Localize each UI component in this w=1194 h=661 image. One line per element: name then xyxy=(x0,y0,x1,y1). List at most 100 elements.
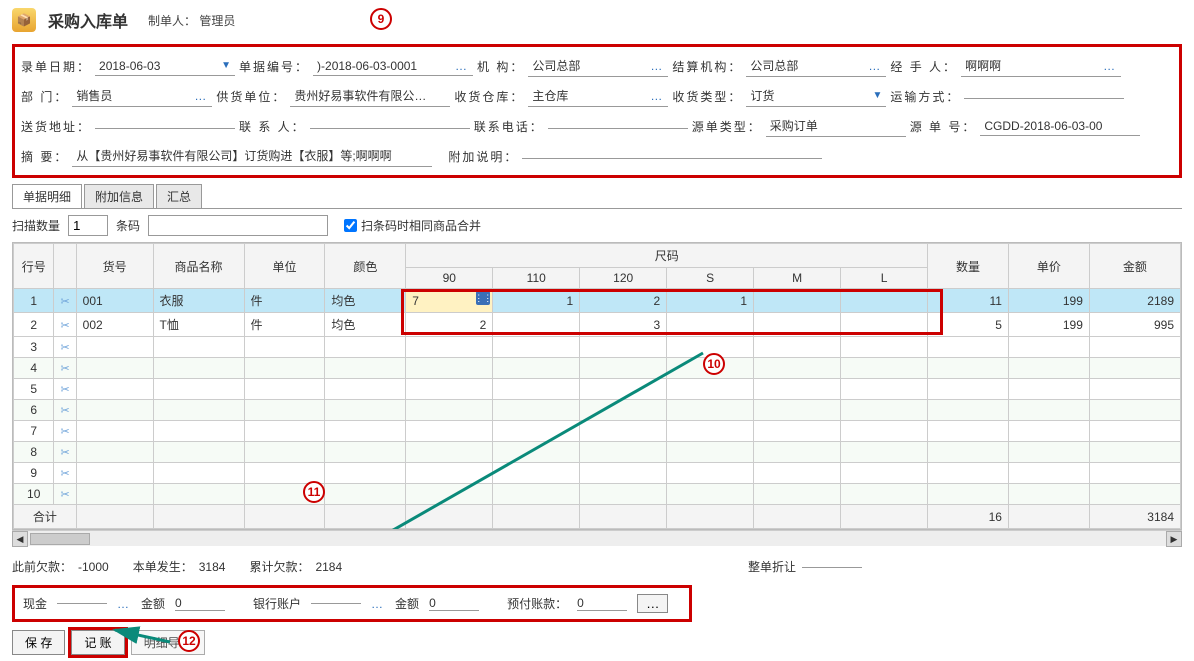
addr-label: 送货地址： xyxy=(21,118,91,135)
row-action-icon[interactable]: ✂ xyxy=(54,289,76,313)
col-rowno: 行号 xyxy=(14,244,54,289)
prepay-input[interactable]: 0 xyxy=(577,596,627,611)
table-row[interactable]: 10✂ xyxy=(14,484,1181,505)
tab-extra[interactable]: 附加信息 xyxy=(84,184,154,208)
addr-input[interactable] xyxy=(95,124,235,129)
rcvtype-label: 收货类型： xyxy=(672,88,742,105)
cell-size-90[interactable]: 2 xyxy=(406,313,493,337)
cell-size-110[interactable] xyxy=(493,313,580,337)
cell-size-m[interactable] xyxy=(754,313,841,337)
save-button[interactable]: 保 存 xyxy=(12,630,65,655)
cell-size-s[interactable]: 1 xyxy=(667,289,754,313)
cell-price[interactable]: 199 xyxy=(1008,289,1089,313)
srctype-label: 源单类型： xyxy=(692,118,762,135)
dept-input[interactable]: 销售员… xyxy=(72,85,212,107)
row-action-icon[interactable]: ✂ xyxy=(54,379,76,400)
row-action-icon[interactable]: ✂ xyxy=(54,313,76,337)
table-row[interactable]: 7✂ xyxy=(14,421,1181,442)
cell-size-120[interactable]: 3 xyxy=(580,313,667,337)
cell-size-90[interactable]: 7⋮⋮ xyxy=(406,289,493,313)
scan-count-input[interactable] xyxy=(68,215,108,236)
scroll-right-icon[interactable]: ▶ xyxy=(1166,531,1182,547)
post-button[interactable]: 记 账 xyxy=(71,630,124,655)
note-input[interactable] xyxy=(522,154,822,159)
cell-name[interactable]: 衣服 xyxy=(153,289,244,313)
row-action-icon[interactable]: ✂ xyxy=(54,400,76,421)
cell-color[interactable]: 均色 xyxy=(325,313,406,337)
settle-input[interactable]: 公司总部… xyxy=(746,55,886,77)
table-row[interactable]: 1✂001衣服件均色7⋮⋮121111992189 xyxy=(14,289,1181,313)
table-row[interactable]: 3✂ xyxy=(14,337,1181,358)
merge-checkbox-wrap[interactable]: 扫条码时相同商品合并 xyxy=(344,217,481,234)
warehouse-label: 收货仓库： xyxy=(454,88,524,105)
prepay-lookup-button[interactable]: … xyxy=(637,594,668,613)
merge-checkbox[interactable] xyxy=(344,219,357,232)
rcvtype-input[interactable]: 订货▼ xyxy=(746,85,886,107)
table-row[interactable]: 9✂ xyxy=(14,463,1181,484)
org-input[interactable]: 公司总部… xyxy=(528,55,668,77)
cell-size-s[interactable] xyxy=(667,313,754,337)
table-row[interactable]: 8✂ xyxy=(14,442,1181,463)
table-row[interactable]: 5✂ xyxy=(14,379,1181,400)
acc-debt-value: 2184 xyxy=(315,560,342,574)
row-action-icon[interactable]: ✂ xyxy=(54,421,76,442)
horizontal-scrollbar[interactable]: ◀ ▶ xyxy=(12,530,1182,546)
cell-sku[interactable]: 001 xyxy=(76,289,153,313)
tab-summary[interactable]: 汇总 xyxy=(156,184,202,208)
payment-row: 现金 … 金额 0 银行账户 … 金额 0 预付账款： 0 … xyxy=(12,585,692,622)
tab-detail[interactable]: 单据明细 xyxy=(12,184,82,208)
scroll-left-icon[interactable]: ◀ xyxy=(12,531,28,547)
date-input[interactable]: 2018-06-03▼ xyxy=(95,57,235,76)
srcno-input[interactable]: CGDD-2018-06-03-00 xyxy=(980,117,1140,136)
ellipsis-icon: … xyxy=(650,59,664,73)
cell-size-l[interactable] xyxy=(841,289,928,313)
cell-amount[interactable]: 2189 xyxy=(1089,289,1180,313)
cell-size-110[interactable]: 1 xyxy=(493,289,580,313)
row-action-icon[interactable]: ✂ xyxy=(54,484,76,505)
row-action-icon[interactable]: ✂ xyxy=(54,358,76,379)
summary-input[interactable]: 从【贵州好易事软件有限公司】订货购进【衣服】等;啊啊啊 xyxy=(72,145,432,167)
table-row[interactable]: 4✂ xyxy=(14,358,1181,379)
cell-qty[interactable]: 5 xyxy=(928,313,1009,337)
cell-qty[interactable]: 11 xyxy=(928,289,1009,313)
phone-input[interactable] xyxy=(548,124,688,129)
cell-sku[interactable]: 002 xyxy=(76,313,153,337)
cell-size-l[interactable] xyxy=(841,313,928,337)
scan-bar: 扫描数量 条码 扫条码时相同商品合并 xyxy=(0,209,1194,242)
chevron-down-icon: ▼ xyxy=(221,60,231,71)
annotation-11: 11 xyxy=(303,481,325,503)
docno-input[interactable]: )-2018-06-03-0001… xyxy=(313,57,473,76)
cell-size-120[interactable]: 2 xyxy=(580,289,667,313)
srctype-input[interactable]: 采购订单 xyxy=(766,115,906,137)
cell-price[interactable]: 199 xyxy=(1008,313,1089,337)
handler-input[interactable]: 啊啊啊… xyxy=(961,55,1121,77)
bank-amount-input[interactable]: 0 xyxy=(429,596,479,611)
scroll-thumb[interactable] xyxy=(30,533,90,545)
ellipsis-icon[interactable]: … xyxy=(371,597,385,611)
warehouse-input[interactable]: 主仓库… xyxy=(528,85,668,107)
ship-input[interactable] xyxy=(964,94,1124,99)
discount-input[interactable] xyxy=(802,566,862,568)
barcode-input[interactable] xyxy=(148,215,328,236)
cell-amount[interactable]: 995 xyxy=(1089,313,1180,337)
cell-size-m[interactable] xyxy=(754,289,841,313)
cell-unit[interactable]: 件 xyxy=(244,289,325,313)
cell-unit[interactable]: 件 xyxy=(244,313,325,337)
bank-account-input[interactable] xyxy=(311,603,361,604)
row-action-icon[interactable]: ✂ xyxy=(54,442,76,463)
supplier-input[interactable]: 贵州好易事软件有限公… xyxy=(290,85,450,107)
row-action-icon[interactable]: ✂ xyxy=(54,337,76,358)
cell-color[interactable]: 均色 xyxy=(325,289,406,313)
app-icon: 📦 xyxy=(12,8,36,32)
dept-label: 部 门： xyxy=(21,88,68,105)
table-row[interactable]: 6✂ xyxy=(14,400,1181,421)
ellipsis-icon[interactable]: … xyxy=(117,597,131,611)
cell-name[interactable]: T恤 xyxy=(153,313,244,337)
contact-label: 联 系 人： xyxy=(239,118,306,135)
row-action-icon[interactable]: ✂ xyxy=(54,463,76,484)
contact-input[interactable] xyxy=(310,124,470,129)
calculator-icon[interactable]: ⋮⋮ xyxy=(476,291,490,305)
cash-amount-input[interactable]: 0 xyxy=(175,596,225,611)
table-row[interactable]: 2✂002T恤件均色235199995 xyxy=(14,313,1181,337)
cash-account-input[interactable] xyxy=(57,603,107,604)
